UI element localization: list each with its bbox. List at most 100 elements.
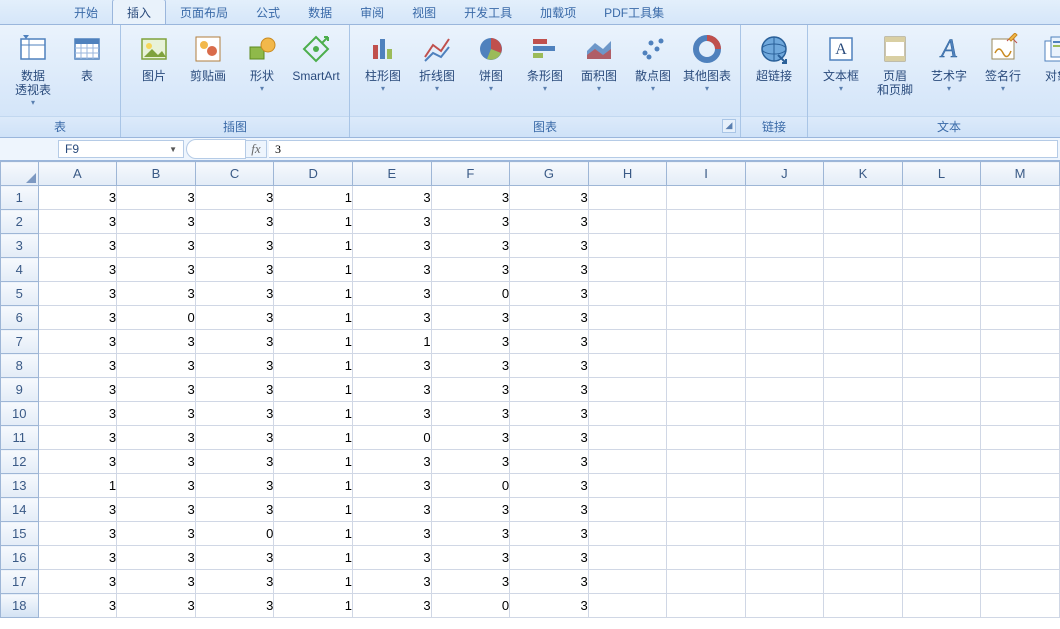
cell-L17[interactable] [902,570,981,594]
cell-C14[interactable]: 3 [195,498,274,522]
cell-D18[interactable]: 1 [274,594,353,618]
cell-K3[interactable] [824,234,903,258]
cell-A11[interactable]: 3 [38,426,117,450]
cell-A9[interactable]: 3 [38,378,117,402]
cell-A10[interactable]: 3 [38,402,117,426]
cell-D10[interactable]: 1 [274,402,353,426]
pivot-table-button[interactable]: 数据透视表▾ [6,29,60,107]
cell-M12[interactable] [981,450,1060,474]
cell-D15[interactable]: 1 [274,522,353,546]
cell-G2[interactable]: 3 [510,210,589,234]
cell-J1[interactable] [745,186,823,210]
cell-E2[interactable]: 3 [352,210,431,234]
cell-H1[interactable] [588,186,667,210]
cell-A16[interactable]: 3 [38,546,117,570]
cell-E14[interactable]: 3 [352,498,431,522]
cell-E12[interactable]: 3 [352,450,431,474]
cell-A6[interactable]: 3 [38,306,117,330]
row-header-2[interactable]: 2 [1,210,39,234]
cell-F4[interactable]: 3 [431,258,510,282]
table-button[interactable]: 表 [60,29,114,83]
cell-L3[interactable] [902,234,981,258]
cell-F11[interactable]: 3 [431,426,510,450]
cell-D7[interactable]: 1 [274,330,353,354]
cell-E11[interactable]: 0 [352,426,431,450]
cell-H2[interactable] [588,210,667,234]
cell-J18[interactable] [745,594,823,618]
cell-I4[interactable] [667,258,745,282]
cell-K1[interactable] [824,186,903,210]
clipart-button[interactable]: 剪贴画 [181,29,235,83]
cell-C6[interactable]: 3 [195,306,274,330]
cell-I3[interactable] [667,234,745,258]
cell-J4[interactable] [745,258,823,282]
col-header-D[interactable]: D [274,162,353,186]
cell-B9[interactable]: 3 [117,378,196,402]
cell-E5[interactable]: 3 [352,282,431,306]
cell-F1[interactable]: 3 [431,186,510,210]
cell-F3[interactable]: 3 [431,234,510,258]
area-chart-button[interactable]: 面积图▾ [572,29,626,93]
tab-页面布局[interactable]: 页面布局 [166,0,242,24]
cell-L9[interactable] [902,378,981,402]
cell-M5[interactable] [981,282,1060,306]
cell-G13[interactable]: 3 [510,474,589,498]
cell-J11[interactable] [745,426,823,450]
cell-G15[interactable]: 3 [510,522,589,546]
row-header-15[interactable]: 15 [1,522,39,546]
cell-E15[interactable]: 3 [352,522,431,546]
cell-M14[interactable] [981,498,1060,522]
cell-I8[interactable] [667,354,745,378]
cell-K13[interactable] [824,474,903,498]
cell-A12[interactable]: 3 [38,450,117,474]
col-header-A[interactable]: A [38,162,117,186]
cell-M8[interactable] [981,354,1060,378]
cell-A4[interactable]: 3 [38,258,117,282]
cell-L1[interactable] [902,186,981,210]
cell-M4[interactable] [981,258,1060,282]
cell-D17[interactable]: 1 [274,570,353,594]
cell-M1[interactable] [981,186,1060,210]
cell-J3[interactable] [745,234,823,258]
col-header-F[interactable]: F [431,162,510,186]
cell-B3[interactable]: 3 [117,234,196,258]
cell-B14[interactable]: 3 [117,498,196,522]
cell-D3[interactable]: 1 [274,234,353,258]
cell-B12[interactable]: 3 [117,450,196,474]
cell-M9[interactable] [981,378,1060,402]
cell-L7[interactable] [902,330,981,354]
cell-I16[interactable] [667,546,745,570]
cell-K5[interactable] [824,282,903,306]
cell-D6[interactable]: 1 [274,306,353,330]
bar-chart-button[interactable]: 条形图▾ [518,29,572,93]
cell-C18[interactable]: 3 [195,594,274,618]
cell-E10[interactable]: 3 [352,402,431,426]
cell-H17[interactable] [588,570,667,594]
cell-F13[interactable]: 0 [431,474,510,498]
cell-D11[interactable]: 1 [274,426,353,450]
cell-L13[interactable] [902,474,981,498]
cell-I6[interactable] [667,306,745,330]
cell-G3[interactable]: 3 [510,234,589,258]
cell-J13[interactable] [745,474,823,498]
tab-开始[interactable]: 开始 [60,0,112,24]
cell-C9[interactable]: 3 [195,378,274,402]
cell-I11[interactable] [667,426,745,450]
cell-H12[interactable] [588,450,667,474]
cell-F16[interactable]: 3 [431,546,510,570]
cell-F14[interactable]: 3 [431,498,510,522]
cell-A8[interactable]: 3 [38,354,117,378]
col-header-H[interactable]: H [588,162,667,186]
formula-input[interactable]: 3 [269,140,1058,158]
cell-H9[interactable] [588,378,667,402]
cell-H14[interactable] [588,498,667,522]
cell-K9[interactable] [824,378,903,402]
cell-B6[interactable]: 0 [117,306,196,330]
cell-G11[interactable]: 3 [510,426,589,450]
cell-J15[interactable] [745,522,823,546]
cell-E18[interactable]: 3 [352,594,431,618]
cell-M11[interactable] [981,426,1060,450]
pie-chart-button[interactable]: 饼图▾ [464,29,518,93]
fx-icon[interactable]: fx [246,140,267,158]
cell-E1[interactable]: 3 [352,186,431,210]
